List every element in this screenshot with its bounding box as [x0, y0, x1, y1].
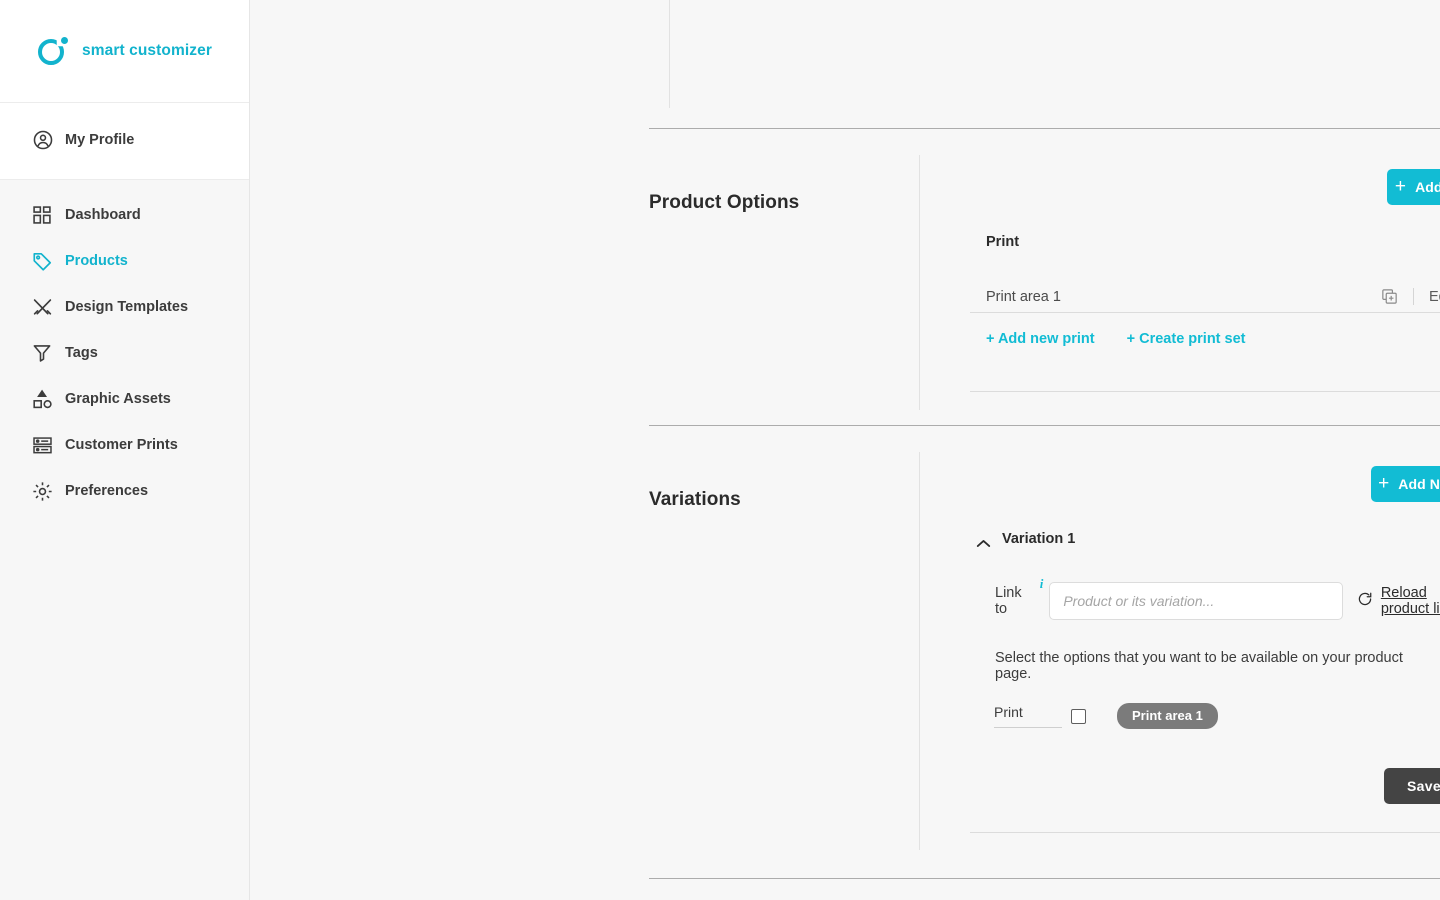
sidebar-item-dashboard[interactable]: Dashboard	[0, 192, 249, 238]
link-to-input[interactable]	[1049, 582, 1343, 620]
option-label: Print	[994, 704, 1062, 728]
reload-product-list-label: Reload product list	[1380, 585, 1440, 617]
plus-icon: +	[1394, 175, 1407, 197]
create-print-set-link[interactable]: + Create print set	[1127, 331, 1246, 347]
variation-title: Variation 1	[1002, 531, 1076, 547]
smart-customizer-logo-icon	[38, 35, 70, 67]
section-divider-vertical-product-options	[919, 155, 920, 410]
save-variation-button[interactable]: Save Variation	[1384, 768, 1440, 804]
sidebar-item-design-templates[interactable]: Design Templates	[0, 284, 249, 330]
sidebar-item-tags[interactable]: Tags	[0, 330, 249, 376]
section-divider-vertical-top	[669, 0, 670, 108]
reload-product-list-button[interactable]: Reload product list	[1357, 585, 1440, 617]
sidebar-item-label: My Profile	[65, 132, 135, 148]
sidebar: smart customizer My Profile Dashboard Pr…	[0, 0, 250, 900]
sidebar-item-label: Tags	[65, 345, 98, 361]
sidebar-item-label: Customer Prints	[65, 437, 178, 453]
sidebar-group-main: Dashboard Products Design Templates Tags…	[0, 180, 249, 900]
dashboard-grid-icon	[32, 205, 58, 225]
print-area-pill[interactable]: Print area 1	[1117, 703, 1218, 729]
sidebar-item-label: Products	[65, 253, 128, 269]
shapes-icon	[32, 389, 58, 410]
table-row: Print area 1 Edit 1	[986, 284, 1440, 309]
customer-prints-icon	[32, 435, 58, 456]
variation-option-row: Print Print area 1	[994, 703, 1218, 729]
tag-icon	[32, 251, 58, 272]
link-to-label-text: Link to	[995, 585, 1022, 617]
brand-name: smart customizer	[82, 42, 212, 59]
add-new-print-link[interactable]: + Add new print	[986, 331, 1095, 347]
sidebar-item-label: Dashboard	[65, 207, 141, 223]
info-icon[interactable]: i	[1040, 576, 1044, 592]
divider	[1413, 288, 1414, 305]
add-new-variation-button[interactable]: + Add New Variation	[1371, 466, 1440, 502]
section-separator-bottom	[649, 878, 1440, 879]
add-new-group-label: Add New Group	[1415, 179, 1440, 195]
gear-icon	[32, 481, 58, 502]
sidebar-item-products[interactable]: Products	[0, 238, 249, 284]
link-to-row: Link to i Reload product list	[995, 576, 1440, 620]
row-underline	[970, 312, 1440, 313]
app-root: smart customizer My Profile Dashboard Pr…	[0, 0, 1440, 900]
sidebar-item-preferences[interactable]: Preferences	[0, 468, 249, 514]
sidebar-item-label: Design Templates	[65, 299, 189, 315]
add-new-variation-label: Add New Variation	[1398, 476, 1440, 492]
sidebar-item-customer-prints[interactable]: Customer Prints	[0, 422, 249, 468]
page-title-product-options: Product Options	[649, 192, 800, 213]
sidebar-item-label: Graphic Assets	[65, 391, 171, 407]
variation-accordion-header[interactable]: Variation 1	[976, 531, 1075, 547]
variation-hint-text: Select the options that you want to be a…	[995, 650, 1403, 682]
sidebar-item-my-profile[interactable]: My Profile	[0, 117, 249, 163]
print-option-checkbox[interactable]	[1071, 708, 1086, 724]
chevron-up-icon	[976, 535, 991, 547]
refresh-icon	[1357, 591, 1373, 612]
section-separator-variations	[649, 425, 1440, 426]
main-content: Save Product Options + Add New Group Pri…	[250, 0, 1440, 900]
design-templates-icon	[32, 297, 58, 318]
add-new-group-button[interactable]: + Add New Group	[1387, 169, 1440, 205]
sidebar-item-graphic-assets[interactable]: Graphic Assets	[0, 376, 249, 422]
link-to-label: Link to i	[995, 576, 1043, 617]
brand-header[interactable]: smart customizer	[0, 0, 249, 103]
duplicate-icon[interactable]	[1381, 288, 1398, 305]
user-circle-icon	[32, 129, 58, 151]
funnel-icon	[32, 343, 58, 363]
section-divider-vertical-variations	[919, 452, 920, 850]
content-canvas: Save Product Options + Add New Group Pri…	[250, 0, 1440, 900]
print-area-name: Print area 1	[986, 288, 1061, 305]
option-group-name: Print	[986, 233, 1020, 250]
sidebar-item-label: Preferences	[65, 483, 149, 499]
edit-print-area-button[interactable]: Edit	[1429, 289, 1440, 305]
print-action-links: + Add new print + Create print set	[986, 331, 1246, 347]
variation-bottom-divider	[970, 832, 1440, 833]
sidebar-group-profile: My Profile	[0, 103, 249, 180]
plus-icon: +	[1378, 472, 1390, 494]
page-title-variations: Variations	[649, 489, 741, 510]
option-group-header: Print Edit	[986, 233, 1440, 250]
group-bottom-divider	[970, 391, 1440, 392]
section-separator-top	[649, 128, 1440, 129]
